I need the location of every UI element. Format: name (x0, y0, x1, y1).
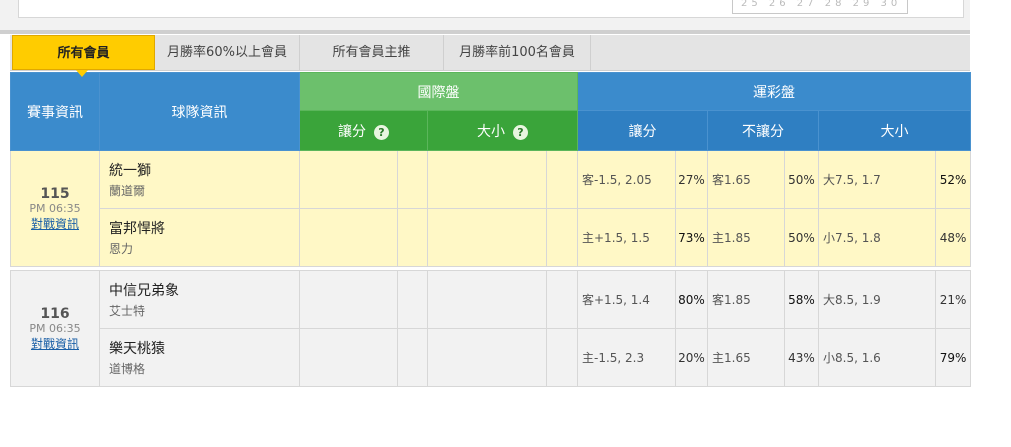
spread-odds[interactable]: 主-1.5, 2.3 (577, 328, 676, 387)
team-cell[interactable]: 樂天桃猿 道博格 (99, 328, 300, 387)
pitcher-name: 恩力 (109, 242, 134, 256)
intl-spread-odds (299, 328, 398, 387)
col-intl-odds: 國際盤 (299, 72, 578, 111)
spread-odds[interactable]: 客-1.5, 2.05 (577, 150, 676, 209)
intl-total-pct (546, 150, 578, 209)
pitcher-name: 艾士特 (109, 304, 146, 318)
team-name[interactable]: 樂天桃猿 (109, 338, 299, 358)
team-name[interactable]: 中信兄弟象 (109, 280, 299, 300)
total-odds[interactable]: 大8.5, 1.9 (818, 270, 936, 329)
top-strip: 25 26 27 28 29 30 (0, 0, 970, 30)
total-pct: 21% (934, 270, 972, 329)
col-intl-spread: 讓分? (299, 110, 428, 151)
pitcher-name: 道博格 (109, 362, 146, 376)
team-cell[interactable]: 富邦悍將 恩力 (99, 208, 300, 267)
intl-total-pct (546, 208, 578, 267)
team-cell[interactable]: 中信兄弟象 艾士特 (99, 270, 300, 329)
intl-spread-pct (397, 328, 428, 387)
intl-total-odds (427, 150, 547, 209)
team-name[interactable]: 統一獅 (109, 160, 299, 180)
nospread-odds[interactable]: 主1.85 (707, 208, 785, 267)
col-team-info: 球隊資訊 (99, 72, 300, 151)
match-info: 116 PM 06:35 對戰資訊 (10, 270, 100, 387)
spread-pct: 80% (675, 270, 708, 329)
total-pct: 79% (934, 328, 972, 387)
intl-spread-label: 讓分 (338, 123, 366, 140)
intl-total-pct (546, 328, 578, 387)
match-time: PM 06:35 (29, 321, 81, 335)
intl-total-odds (427, 208, 547, 267)
intl-spread-odds (299, 150, 398, 209)
divider (0, 30, 970, 34)
tab-top-100-monthly[interactable]: 月勝率前100名會員 (444, 35, 591, 70)
nospread-pct: 58% (784, 270, 819, 329)
total-pct: 48% (934, 208, 972, 267)
table-row: 115 PM 06:35 對戰資訊 統一獅蘭道爾 客-1.5, 2.05 27%… (10, 150, 972, 267)
intl-total-odds (427, 270, 547, 329)
intl-spread-pct (397, 150, 428, 209)
member-filter-tabs: 所有會員 月勝率60%以上會員 所有會員主推 月勝率前100名會員 (10, 35, 970, 71)
team-cell[interactable]: 統一獅 蘭道爾 (99, 150, 300, 209)
spread-odds[interactable]: 客+1.5, 1.4 (577, 270, 676, 329)
nospread-odds[interactable]: 客1.65 (707, 150, 785, 209)
col-intl-total: 大小? (427, 110, 578, 151)
col-lottery-nospread: 不讓分 (707, 110, 819, 151)
intl-spread-odds (299, 270, 398, 329)
matchup-link[interactable]: 對戰資訊 (11, 215, 99, 232)
col-lottery-spread: 讓分 (577, 110, 708, 151)
nospread-odds[interactable]: 客1.85 (707, 270, 785, 329)
spread-pct: 27% (675, 150, 708, 209)
match-time: PM 06:35 (29, 201, 81, 215)
spread-pct: 20% (675, 328, 708, 387)
total-odds[interactable]: 小8.5, 1.6 (818, 328, 936, 387)
nospread-odds[interactable]: 主1.65 (707, 328, 785, 387)
matchup-link[interactable]: 對戰資訊 (11, 335, 99, 352)
col-lottery-total: 大小 (817, 110, 972, 151)
team-name[interactable]: 富邦悍將 (109, 218, 299, 238)
intl-total-odds (427, 328, 547, 387)
pitcher-name: 蘭道爾 (109, 184, 146, 198)
table-row: 116 PM 06:35 對戰資訊 中信兄弟象艾士特 客+1.5, 1.4 80… (10, 270, 972, 387)
spread-odds[interactable]: 主+1.5, 1.5 (577, 208, 676, 267)
intl-spread-pct (397, 270, 428, 329)
intl-total-label: 大小 (477, 123, 505, 140)
tab-all-member-picks[interactable]: 所有會員主推 (300, 35, 444, 70)
nospread-pct: 50% (784, 208, 819, 267)
calendar-days-row[interactable]: 25 26 27 28 29 30 (732, 0, 908, 14)
odds-table: 賽事資訊 球隊資訊 國際盤 運彩盤 讓分? 大小? 讓分 不讓分 大小 115 … (10, 72, 972, 387)
match-number: 115 (40, 185, 70, 202)
match-info: 115 PM 06:35 對戰資訊 (10, 150, 100, 267)
tab-all-members[interactable]: 所有會員 (12, 35, 155, 70)
col-game-info: 賽事資訊 (10, 72, 100, 151)
help-icon[interactable]: ? (513, 124, 528, 140)
spread-pct: 73% (675, 208, 708, 267)
total-pct: 52% (934, 150, 972, 209)
total-odds[interactable]: 小7.5, 1.8 (818, 208, 936, 267)
match-number: 116 (40, 305, 70, 322)
tab-monthly-win-60[interactable]: 月勝率60%以上會員 (155, 35, 300, 70)
intl-spread-odds (299, 208, 398, 267)
intl-spread-pct (397, 208, 428, 267)
table-row: 富邦悍將恩力 主+1.5, 1.5 73% 主1.85 50% 小7.5, 1.… (11, 208, 972, 267)
active-tab-pointer (76, 70, 88, 77)
table-row: 樂天桃猿道博格 主-1.5, 2.3 20% 主1.65 43% 小8.5, 1… (11, 328, 972, 387)
intl-total-pct (546, 270, 578, 329)
col-lottery-odds: 運彩盤 (576, 72, 972, 111)
nospread-pct: 50% (784, 150, 819, 209)
help-icon[interactable]: ? (374, 124, 389, 140)
total-odds[interactable]: 大7.5, 1.7 (818, 150, 936, 209)
nospread-pct: 43% (784, 328, 819, 387)
